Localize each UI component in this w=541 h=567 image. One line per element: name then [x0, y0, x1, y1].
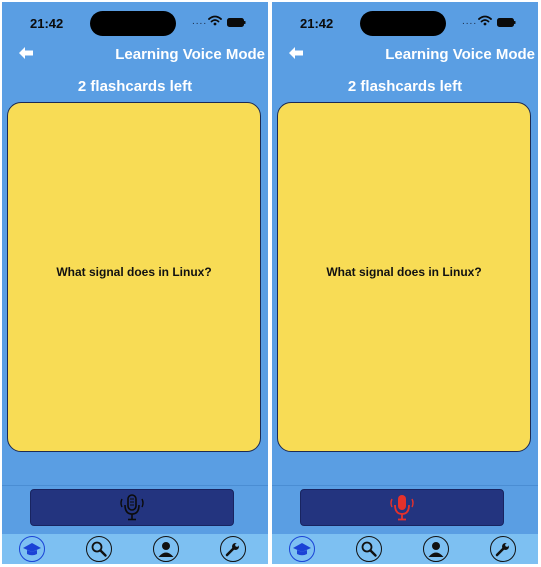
- flashcard[interactable]: What signal does in Linux?: [277, 102, 531, 452]
- search-icon: [90, 540, 108, 558]
- microphone-icon: [117, 493, 147, 523]
- phone-screen-recording: 21:42 .... Learning Voice Mode 2 flashca…: [272, 2, 538, 564]
- tab-search[interactable]: [356, 536, 382, 562]
- back-arrow-icon[interactable]: [18, 46, 34, 60]
- screenshot-pair: 21:42 .... Learning Voice Mode 2 flashca…: [0, 0, 541, 567]
- signal-dots: ....: [192, 16, 208, 27]
- status-time: 21:42: [30, 16, 64, 31]
- tab-bar: [272, 533, 538, 564]
- battery-icon: [227, 18, 246, 27]
- tab-profile[interactable]: [153, 536, 179, 562]
- phone-screen-idle: 21:42 .... Learning Voice Mode 2 flashca…: [2, 2, 268, 564]
- tab-bar: [2, 533, 268, 564]
- wifi-icon: [478, 15, 492, 26]
- dynamic-island: [90, 11, 176, 36]
- tab-learn[interactable]: [289, 536, 315, 562]
- tab-profile[interactable]: [423, 536, 449, 562]
- tab-settings[interactable]: [490, 536, 516, 562]
- status-bar: 21:42 ....: [2, 2, 268, 42]
- wrench-icon: [224, 540, 242, 558]
- status-time: 21:42: [300, 16, 334, 31]
- battery-icon: [497, 18, 516, 27]
- back-arrow-icon[interactable]: [288, 46, 304, 60]
- flashcard[interactable]: What signal does in Linux?: [7, 102, 261, 452]
- flashcards-remaining: 2 flashcards left: [347, 78, 463, 95]
- signal-dots: ....: [462, 16, 478, 27]
- nav-bar: Learning Voice Mode: [2, 42, 268, 68]
- search-icon: [360, 540, 378, 558]
- mic-area: [272, 485, 538, 533]
- page-title: Learning Voice Mode: [115, 46, 265, 63]
- tab-learn[interactable]: [19, 536, 45, 562]
- flashcard-question: What signal does in Linux?: [326, 265, 482, 279]
- flashcards-remaining: 2 flashcards left: [77, 78, 193, 95]
- voice-record-button[interactable]: [30, 489, 234, 526]
- wifi-icon: [208, 15, 222, 26]
- tab-settings[interactable]: [220, 536, 246, 562]
- dynamic-island: [360, 11, 446, 36]
- user-icon: [156, 539, 176, 559]
- graduation-cap-icon: [292, 541, 312, 557]
- page-title: Learning Voice Mode: [385, 46, 535, 63]
- graduation-cap-icon: [22, 541, 42, 557]
- nav-bar: Learning Voice Mode: [272, 42, 538, 68]
- user-icon: [426, 539, 446, 559]
- status-bar: 21:42 ....: [272, 2, 538, 42]
- microphone-icon: [387, 493, 417, 523]
- flashcard-question: What signal does in Linux?: [56, 265, 212, 279]
- wrench-icon: [494, 540, 512, 558]
- mic-area: [2, 485, 268, 533]
- voice-record-button[interactable]: [300, 489, 504, 526]
- tab-search[interactable]: [86, 536, 112, 562]
